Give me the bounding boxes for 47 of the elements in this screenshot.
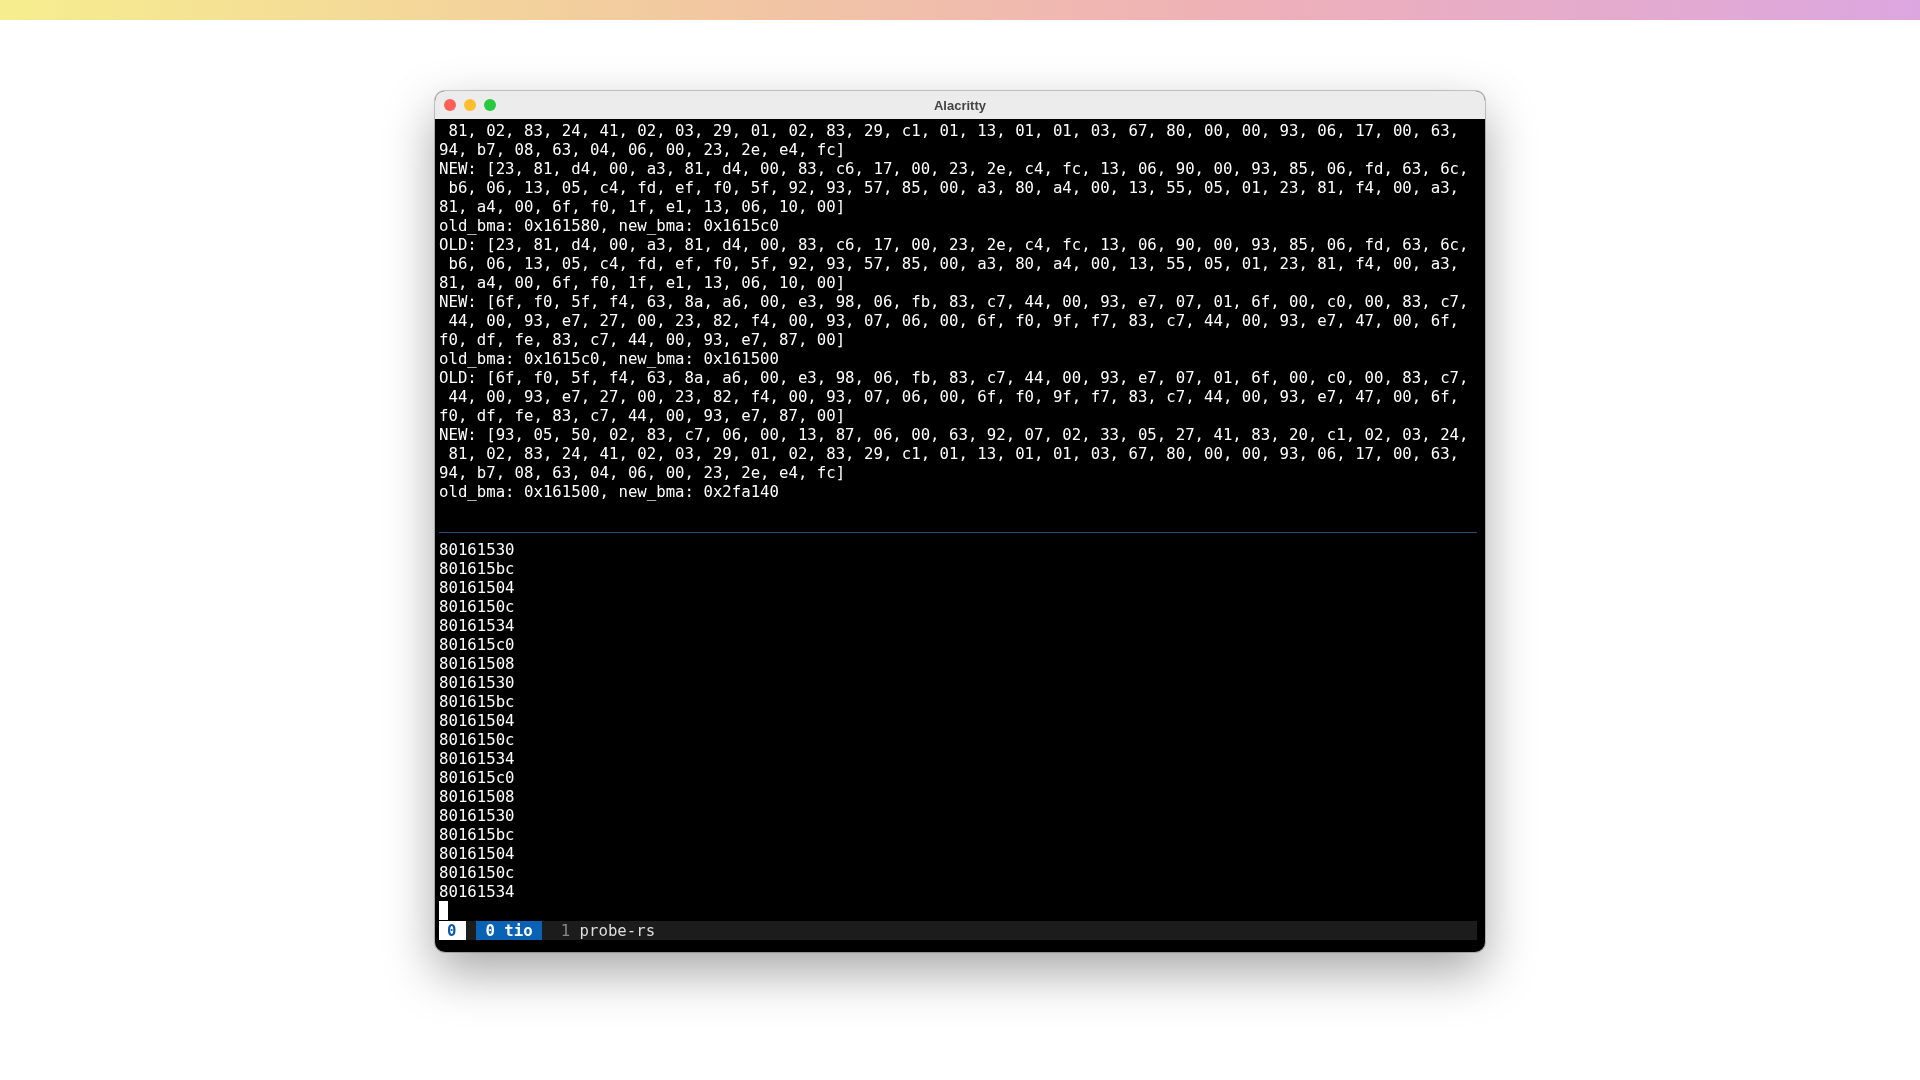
output-line: 80161508 (439, 787, 516, 806)
output-line: 81, 02, 83, 24, 41, 02, 03, 29, 01, 02, 83, 29, c1, 01, 13, 01, 01, 03, 67, 80, 00, 00, 93, 06, 17, 00, 63, (447, 444, 1461, 463)
output-line: NEW: [93, 05, 50, 02, 83, c7, 06, 00, 13, 87, 06, 00, 63, 92, 07, 02, 33, 05, 27, 41, 83, 20, c1, 02, 03, 24, (439, 425, 1470, 444)
output-line: OLD: [6f, f0, 5f, f4, 63, 8a, a6, 00, e3, 98, 06, fb, 83, c7, 44, 00, 93, e7, 07, 01, 6f, 00, c0, 00, 83, c7, (439, 368, 1470, 387)
output-line: old_bma: 0x1615c0, new_bma: 0x161500 (439, 349, 780, 368)
window-tab[interactable]: 0 tio (476, 921, 542, 940)
output-line: old_bma: 0x161500, new_bma: 0x2fa140 (439, 482, 780, 501)
output-line: 80161534 (439, 749, 516, 768)
output-line: 81, 02, 83, 24, 41, 02, 03, 29, 01, 02, 83, 29, c1, 01, 13, 01, 01, 03, 67, 80, 00, 00, 93, 06, 17, 00, 63, (447, 121, 1461, 140)
close-button[interactable] (444, 99, 456, 111)
zoom-button[interactable] (484, 99, 496, 111)
output-line: 801615bc (439, 559, 516, 578)
output-line: f0, df, fe, 83, c7, 44, 00, 93, e7, 87, 00] (439, 330, 847, 349)
output-line: 80161508 (439, 654, 516, 673)
output-line: 801615bc (439, 692, 516, 711)
output-line: old_bma: 0x161580, new_bma: 0x1615c0 (439, 216, 780, 235)
output-line: 80161534 (439, 616, 516, 635)
output-line: 80161530 (439, 673, 516, 692)
output-line: 80161504 (439, 711, 516, 730)
output-line: 801615c0 (439, 768, 516, 787)
text-cursor (439, 901, 448, 920)
output-line: 801615bc (439, 825, 516, 844)
output-line: 80161530 (439, 806, 516, 825)
minimize-button[interactable] (464, 99, 476, 111)
output-line: 8016150c (439, 730, 516, 749)
window-tab[interactable]: 1 probe-rs (551, 921, 665, 940)
output-line: 80161534 (439, 882, 516, 901)
output-line: NEW: [6f, f0, 5f, f4, 63, 8a, a6, 00, e3, 98, 06, fb, 83, c7, 44, 00, 93, e7, 07, 01, 6f, 00, c0, 00, 83, c7, (439, 292, 1470, 311)
output-line: 80161504 (439, 844, 516, 863)
output-line: 44, 00, 93, e7, 27, 00, 23, 82, f4, 00, 93, 07, 06, 00, 6f, f0, 9f, f7, 83, c7, 44, 00, 93, e7, 47, 00, 6f, (447, 311, 1461, 330)
output-line: 44, 00, 93, e7, 27, 00, 23, 82, f4, 00, 93, 07, 06, 00, 6f, f0, 9f, f7, 83, c7, 44, 00, 93, e7, 47, 00, 6f, (447, 387, 1461, 406)
output-line: 94, b7, 08, 63, 04, 06, 00, 23, 2e, e4, fc] (439, 140, 847, 159)
output-line: 81, a4, 00, 6f, f0, 1f, e1, 13, 06, 10, 00] (439, 197, 847, 216)
output-line: 81, a4, 00, 6f, f0, 1f, e1, 13, 06, 10, 00] (439, 273, 847, 292)
window-title: Alacritty (934, 97, 986, 113)
output-line: 801615c0 (439, 635, 516, 654)
output-line: b6, 06, 13, 05, c4, fd, ef, f0, 5f, 92, 93, 57, 85, 00, a3, 80, a4, 00, 13, 55, 05, 01, 23, 81, f4, 00, a3, (447, 254, 1461, 273)
session-label: 0 (439, 921, 467, 940)
output-line: 8016150c (439, 597, 516, 616)
output-line: b6, 06, 13, 05, c4, fd, ef, f0, 5f, 92, 93, 57, 85, 00, a3, 80, a4, 00, 13, 55, 05, 01, 23, 81, f4, 00, a3, (447, 178, 1461, 197)
output-line: f0, df, fe, 83, c7, 44, 00, 93, e7, 87, 00] (439, 406, 847, 425)
output-line: OLD: [23, 81, d4, 00, a3, 81, d4, 00, 83, c6, 17, 00, 23, 2e, c4, fc, 13, 06, 90, 00, 93, 85, 06, fd, 63, 6c, (439, 235, 1470, 254)
output-line: 80161530 (439, 540, 516, 559)
output-line: 94, b7, 08, 63, 04, 06, 00, 23, 2e, e4, fc] (439, 463, 847, 482)
output-line: 80161504 (439, 578, 516, 597)
output-line: NEW: [23, 81, d4, 00, a3, 81, d4, 00, 83, c6, 17, 00, 23, 2e, c4, fc, 13, 06, 90, 00, 93, 85, 06, fd, 63, 6c, (439, 159, 1470, 178)
output-line: 8016150c (439, 863, 516, 882)
